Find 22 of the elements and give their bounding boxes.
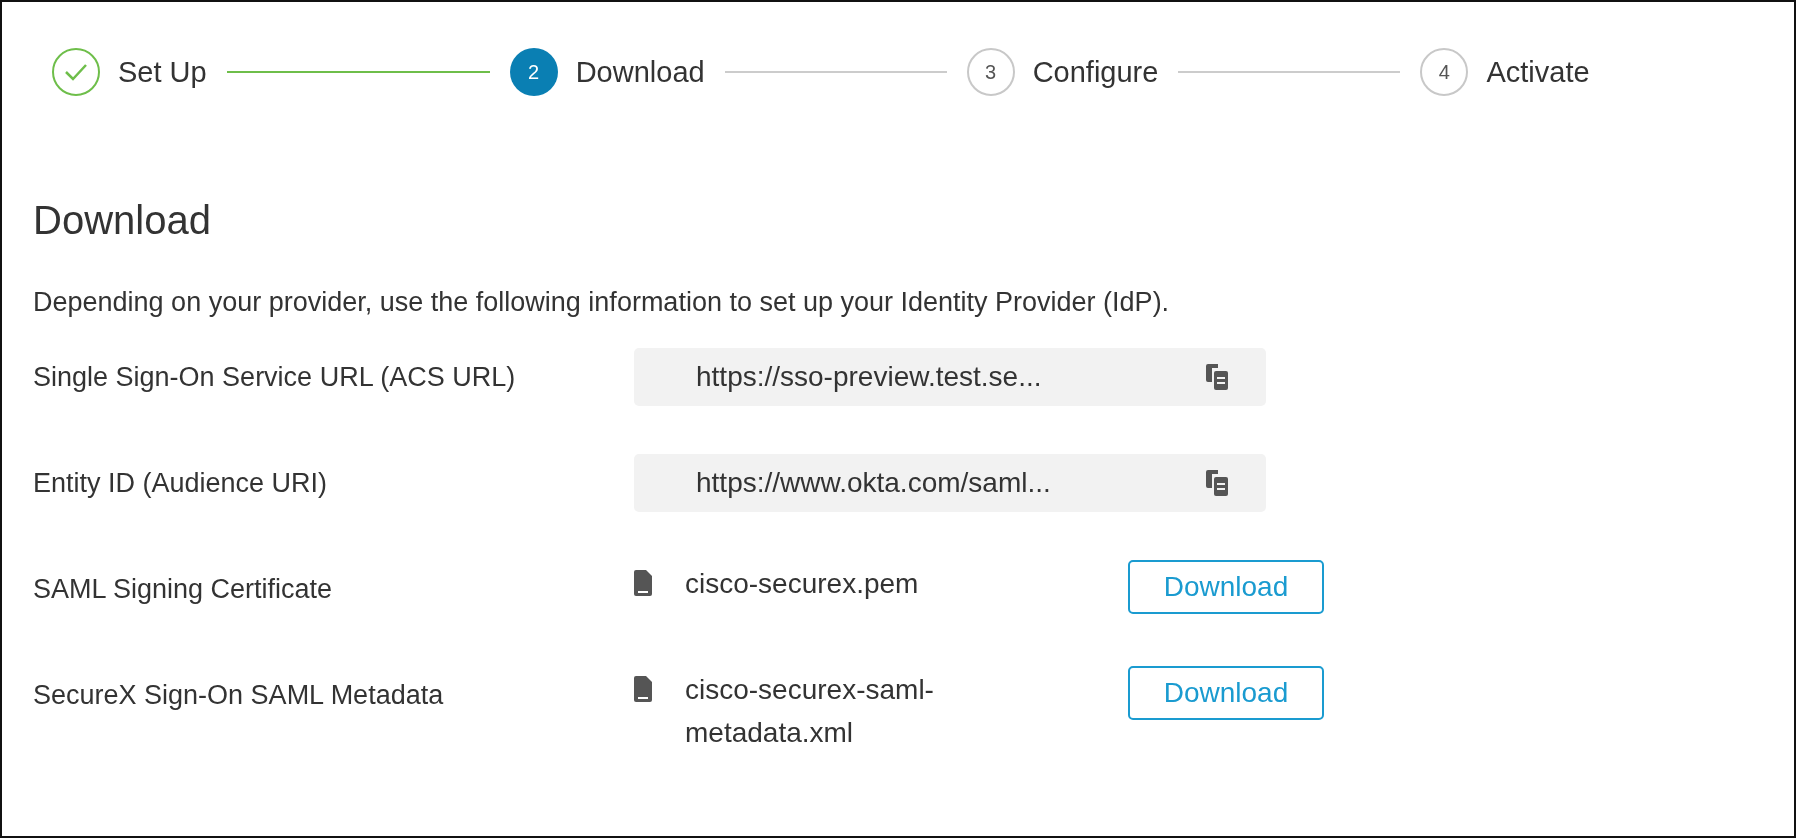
file-icon [634,676,652,702]
step-indicator: 4 [1420,48,1469,96]
step-label: Activate [1486,55,1590,89]
file-name: cisco-securex.pem [685,567,920,601]
step-indicator [52,48,100,96]
copy-icon[interactable] [1206,470,1228,496]
intro-text: Depending on your provider, use the following information to set up your Identity Provider (IdP). [33,287,1171,318]
step-indicator: 2 [509,48,558,96]
section-heading: Download [33,198,212,243]
field-label: SAML Signing Certificate [33,573,334,605]
file-name: cisco-securex-saml-metadata.xml [685,673,935,750]
readonly-field[interactable]: https://sso-preview.test.se... [634,348,1266,406]
file-icon [634,570,652,596]
step-label: Download [575,55,705,89]
step-indicator: 3 [966,48,1015,96]
step-label: Configure [1032,55,1159,89]
step-label: Set Up [118,55,207,89]
field-label: SecureX Sign-On SAML Metadata [33,679,445,711]
copy-icon[interactable] [1206,364,1228,390]
readonly-field[interactable]: https://www.okta.com/saml... [634,454,1266,512]
field-label: Entity ID (Audience URI) [33,467,329,499]
field-label: Single Sign-On Service URL (ACS URL) [33,361,517,393]
